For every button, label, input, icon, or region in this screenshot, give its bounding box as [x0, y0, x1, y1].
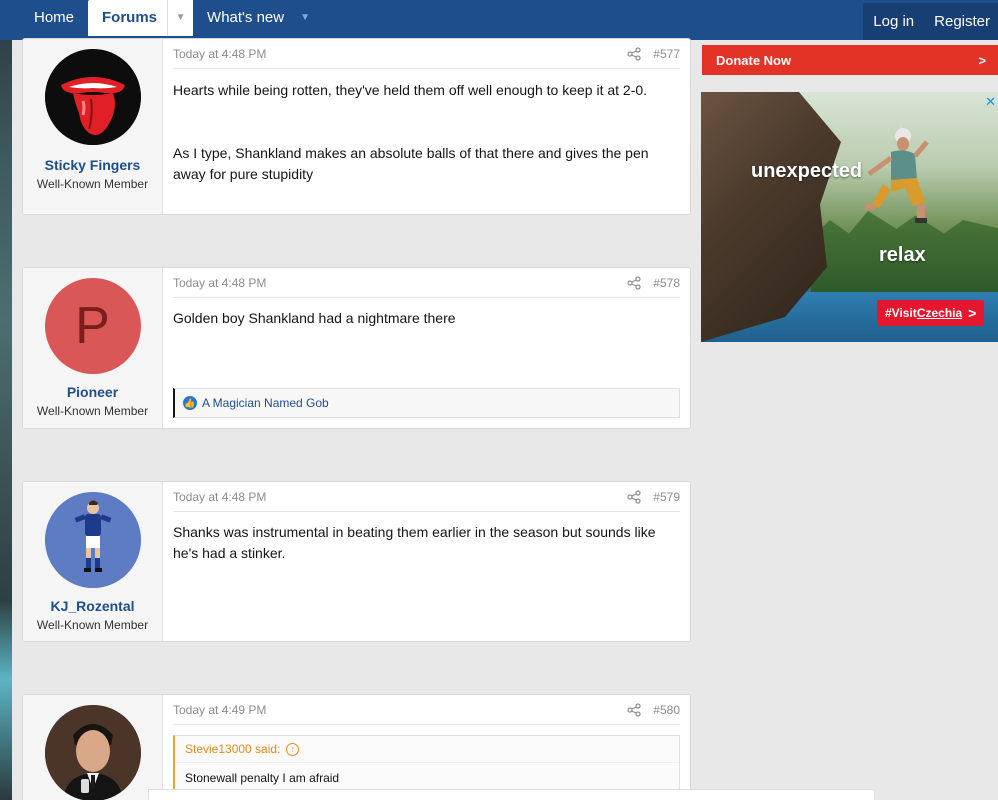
- post-user-cell: Sticky Fingers Well-Known Member: [23, 39, 163, 214]
- nav-whats-new-label: What's new: [207, 9, 285, 26]
- chevron-right-icon: >: [978, 52, 986, 68]
- ad-badge-brand: Czechia: [916, 306, 963, 320]
- post-content: Today at 4:48 PM #579 Shanks was instrum…: [163, 482, 690, 641]
- post-paragraph: Shanks was instrumental in beating them …: [173, 524, 656, 561]
- page-background-strip: [0, 0, 12, 800]
- share-icon[interactable]: [627, 702, 641, 717]
- nav-forums-label: Forums: [102, 9, 158, 26]
- post-body: Golden boy Shankland had a nightmare the…: [173, 298, 680, 329]
- post-number[interactable]: #579: [653, 490, 680, 504]
- bottom-floating-bar: [148, 789, 875, 800]
- user-title: Well-Known Member: [36, 618, 149, 632]
- donate-button[interactable]: Donate Now >: [702, 45, 998, 75]
- post-user-cell: [23, 695, 163, 800]
- nav-home[interactable]: Home: [20, 0, 88, 36]
- avatar[interactable]: [44, 492, 141, 588]
- post-user-cell: P Pioneer Well-Known Member: [23, 268, 163, 428]
- login-button[interactable]: Log in: [863, 3, 924, 40]
- post-meta: Today at 4:48 PM #579: [173, 482, 680, 512]
- climber-illustration-icon: [865, 122, 929, 223]
- advertisement[interactable]: unexpected relax #Visit Czechia > ✕: [701, 92, 998, 342]
- arrow-up-icon[interactable]: ↑: [286, 742, 300, 756]
- avatar[interactable]: [44, 705, 141, 800]
- username[interactable]: Pioneer: [23, 384, 162, 400]
- avatar[interactable]: P: [44, 278, 141, 374]
- post-number[interactable]: #578: [653, 276, 680, 290]
- tongue-logo-icon: [44, 49, 141, 145]
- post-paragraph: Hearts while being rotten, they've held …: [173, 82, 648, 98]
- post-meta: Today at 4:48 PM #577: [173, 39, 680, 69]
- nav-forums[interactable]: Forums ▼: [88, 0, 194, 36]
- quote-block: Stevie13000 said: ↑ Stonewall penalty I …: [173, 735, 680, 794]
- like-icon: 👍: [183, 396, 197, 410]
- nav-whats-new[interactable]: What's new ▼: [193, 0, 332, 36]
- username[interactable]: Sticky Fingers: [23, 157, 162, 173]
- ad-cta-badge[interactable]: #Visit Czechia >: [877, 300, 985, 326]
- post-content: Today at 4:48 PM #578 Golden boy Shankla…: [163, 268, 690, 428]
- share-icon[interactable]: [627, 489, 641, 504]
- post-user-cell: KJ_Rozental Well-Known Member: [23, 482, 163, 641]
- nav-home-label: Home: [34, 9, 75, 26]
- post-paragraph: Golden boy Shankland had a nightmare the…: [173, 310, 456, 326]
- post-body: Hearts while being rotten, they've held …: [173, 69, 680, 185]
- register-label: Register: [934, 13, 990, 30]
- user-title: Well-Known Member: [36, 177, 149, 191]
- share-icon[interactable]: [627, 46, 641, 61]
- login-label: Log in: [873, 13, 915, 30]
- footballer-avatar-icon: [44, 492, 141, 588]
- avatar-letter: P: [75, 297, 110, 355]
- post-timestamp[interactable]: Today at 4:48 PM: [173, 490, 627, 504]
- quote-author[interactable]: Stevie13000 said:: [185, 742, 280, 756]
- reaction-user-link[interactable]: A Magician Named Gob: [202, 396, 329, 410]
- post-578: P Pioneer Well-Known Member Today at 4:4…: [22, 267, 691, 429]
- post-timestamp[interactable]: Today at 4:48 PM: [173, 276, 627, 290]
- post-paragraph: As I type, Shankland makes an absolute b…: [173, 145, 649, 182]
- post-number[interactable]: #580: [653, 703, 680, 717]
- username[interactable]: KJ_Rozental: [23, 598, 162, 614]
- post-number[interactable]: #577: [653, 47, 680, 61]
- ad-badge-prefix: #Visit: [885, 306, 917, 320]
- post-580: Today at 4:49 PM #580 Stevie13000 said: …: [22, 694, 691, 800]
- user-title: Well-Known Member: [36, 404, 149, 418]
- share-icon[interactable]: [627, 275, 641, 290]
- quote-header[interactable]: Stevie13000 said: ↑: [175, 736, 679, 763]
- chevron-down-icon[interactable]: ▼: [292, 0, 318, 36]
- register-button[interactable]: Register: [924, 3, 998, 40]
- post-timestamp[interactable]: Today at 4:48 PM: [173, 47, 627, 61]
- post-577: Sticky Fingers Well-Known Member Today a…: [22, 38, 691, 215]
- top-navigation: Home Forums ▼ What's new ▼ Log in Regist…: [0, 0, 998, 40]
- chevron-down-icon[interactable]: ▼: [167, 0, 194, 36]
- post-579: KJ_Rozental Well-Known Member Today at 4…: [22, 481, 691, 642]
- ad-headline: unexpected: [751, 160, 863, 182]
- close-icon[interactable]: ✕: [985, 94, 996, 110]
- man-portrait-avatar-icon: [44, 705, 141, 800]
- post-timestamp[interactable]: Today at 4:49 PM: [173, 703, 627, 717]
- ad-subline: relax: [879, 244, 926, 266]
- post-meta: Today at 4:49 PM #580: [173, 695, 680, 725]
- post-content: Today at 4:48 PM #577 Hearts while being…: [163, 39, 690, 214]
- post-content: Today at 4:49 PM #580 Stevie13000 said: …: [163, 695, 690, 800]
- chevron-right-icon: >: [968, 305, 977, 321]
- post-body: Shanks was instrumental in beating them …: [173, 512, 680, 564]
- post-meta: Today at 4:48 PM #578: [173, 268, 680, 298]
- avatar[interactable]: [44, 49, 141, 145]
- reactions-bar[interactable]: 👍 A Magician Named Gob: [173, 388, 680, 418]
- donate-label: Donate Now: [716, 52, 792, 68]
